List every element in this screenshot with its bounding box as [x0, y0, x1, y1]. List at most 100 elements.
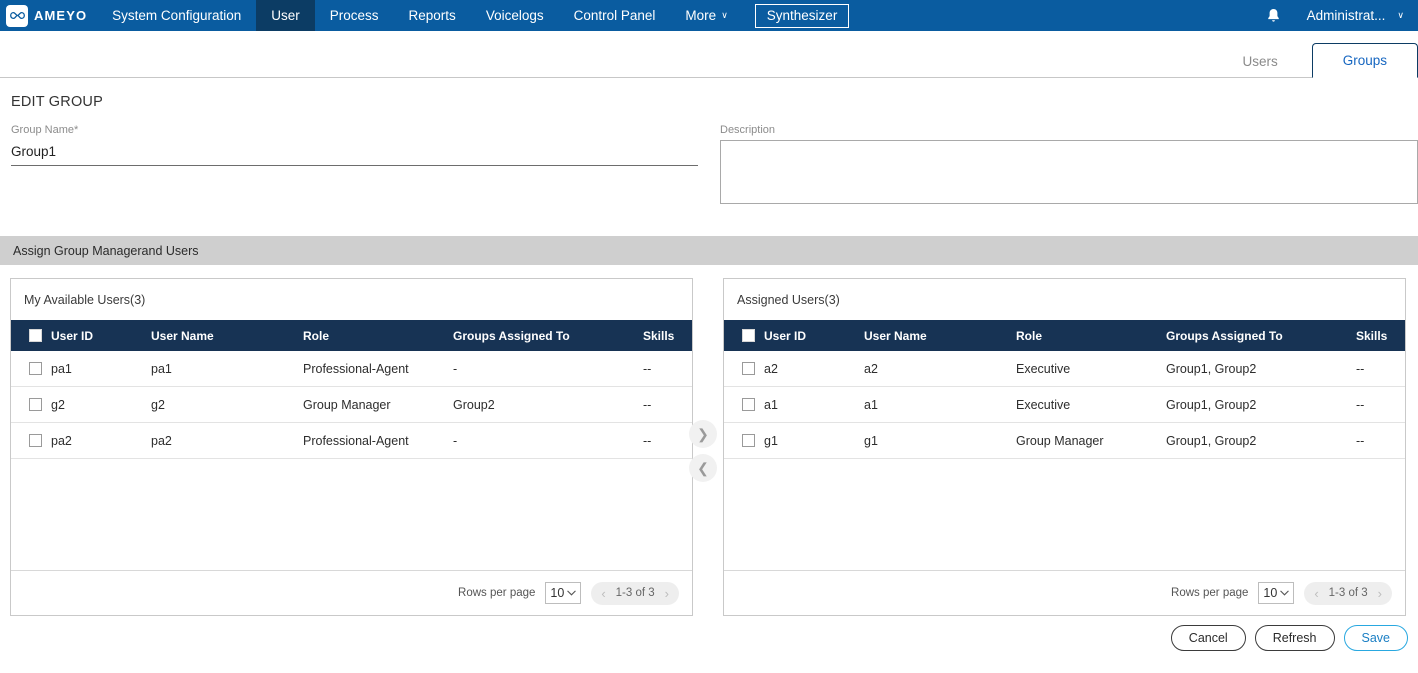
page-title: EDIT GROUP — [11, 94, 103, 110]
nav-item-control-panel[interactable]: Control Panel — [559, 0, 671, 31]
cell-role: Executive — [1016, 397, 1071, 412]
cell-skills: -- — [643, 397, 652, 412]
column-skills: Skills — [1356, 328, 1388, 343]
nav-item-reports[interactable]: Reports — [394, 0, 471, 31]
description-input[interactable] — [720, 140, 1418, 204]
group-name-label: Group Name* — [11, 124, 79, 136]
chevron-down-icon: ∨ — [721, 10, 728, 20]
rows-per-page-select[interactable]: 10 — [545, 582, 582, 604]
table-row[interactable]: a1 a1 Executive Group1, Group2 -- — [724, 387, 1405, 423]
column-user-id: User ID — [764, 328, 807, 343]
save-button[interactable]: Save — [1343, 625, 1408, 651]
move-right-button[interactable]: ❯ — [689, 420, 717, 448]
table-row[interactable]: a2 a2 Executive Group1, Group2 -- — [724, 351, 1405, 387]
transfer-buttons: ❯ ❮ — [689, 420, 717, 482]
top-navigation-bar: AMEYO System Configuration User Process … — [0, 0, 1418, 31]
cell-role: Professional-Agent — [303, 361, 409, 376]
row-select-cell — [724, 398, 764, 411]
assigned-users-panel: Assigned Users(3) User ID User Name Role… — [723, 278, 1406, 616]
nav-item-voicelogs[interactable]: Voicelogs — [471, 0, 559, 31]
admin-menu[interactable]: Administrat... ∨ — [1307, 8, 1404, 23]
prev-page-icon[interactable]: ‹ — [1314, 586, 1318, 601]
available-users-footer: Rows per page 10 ‹ 1-3 of 3 › — [11, 570, 692, 615]
nav-item-more-label: More — [685, 8, 717, 23]
description-label: Description — [720, 124, 776, 136]
group-name-input[interactable] — [11, 140, 698, 166]
group-name-field-wrap: Group Name* — [11, 124, 698, 209]
available-users-panel: My Available Users(3) User ID User Name … — [10, 278, 693, 616]
available-users-table-body: pa1 pa1 Professional-Agent - -- g2 g2 Gr… — [11, 351, 692, 570]
synthesizer-button[interactable]: Synthesizer — [754, 3, 850, 28]
cell-user-id: pa2 — [51, 433, 72, 448]
column-user-id: User ID — [51, 328, 94, 343]
row-checkbox[interactable] — [742, 362, 755, 375]
admin-label: Administrat... — [1306, 8, 1386, 23]
cell-user-id: a2 — [764, 361, 778, 376]
action-buttons: Cancel Refresh Save — [0, 616, 1418, 651]
row-select-cell — [724, 434, 764, 447]
assigned-users-table-header: User ID User Name Role Groups Assigned T… — [724, 320, 1405, 351]
cell-role: Executive — [1016, 361, 1071, 376]
move-left-button[interactable]: ❮ — [689, 454, 717, 482]
cell-skills: -- — [1356, 397, 1365, 412]
nav-right-group: Administrat... ∨ — [1266, 0, 1418, 31]
tab-users[interactable]: Users — [1216, 45, 1303, 78]
row-checkbox[interactable] — [29, 362, 42, 375]
select-all-cell — [11, 329, 51, 342]
column-role: Role — [1016, 328, 1043, 343]
row-checkbox[interactable] — [742, 434, 755, 447]
cell-skills: -- — [1356, 361, 1365, 376]
page-range-text: 1-3 of 3 — [1328, 587, 1368, 599]
nav-item-process[interactable]: Process — [315, 0, 394, 31]
next-page-icon[interactable]: › — [665, 586, 669, 601]
nav-items: System Configuration User Process Report… — [97, 0, 743, 31]
page-range-text: 1-3 of 3 — [615, 587, 655, 599]
row-checkbox[interactable] — [742, 398, 755, 411]
assigned-users-footer: Rows per page 10 ‹ 1-3 of 3 › — [724, 570, 1405, 615]
table-row[interactable]: g2 g2 Group Manager Group2 -- — [11, 387, 692, 423]
select-all-checkbox[interactable] — [29, 329, 42, 342]
chevron-down-icon — [567, 590, 577, 596]
assigned-users-table-body: a2 a2 Executive Group1, Group2 -- a1 a1 … — [724, 351, 1405, 570]
cell-user-name: g2 — [151, 397, 165, 412]
prev-page-icon[interactable]: ‹ — [601, 586, 605, 601]
group-form: Group Name* Description — [0, 110, 1418, 209]
select-all-checkbox[interactable] — [742, 329, 755, 342]
ameyo-logo[interactable]: AMEYO — [0, 0, 97, 31]
refresh-button[interactable]: Refresh — [1254, 625, 1335, 651]
row-checkbox[interactable] — [29, 398, 42, 411]
cell-groups: Group1, Group2 — [1166, 433, 1257, 448]
column-role: Role — [303, 328, 330, 343]
pagination-control: ‹ 1-3 of 3 › — [1304, 581, 1392, 605]
row-select-cell — [11, 434, 51, 447]
description-field-wrap: Description — [720, 124, 1418, 209]
cell-skills: -- — [643, 433, 652, 448]
rows-per-page-label: Rows per page — [458, 587, 536, 599]
cell-role: Group Manager — [1016, 433, 1104, 448]
table-row[interactable]: g1 g1 Group Manager Group1, Group2 -- — [724, 423, 1405, 459]
transfer-panels: My Available Users(3) User ID User Name … — [0, 265, 1418, 616]
notification-bell-icon[interactable] — [1266, 8, 1281, 24]
table-row[interactable]: pa1 pa1 Professional-Agent - -- — [11, 351, 692, 387]
cancel-button[interactable]: Cancel — [1170, 625, 1246, 651]
row-checkbox[interactable] — [29, 434, 42, 447]
rows-per-page-select[interactable]: 10 — [1258, 582, 1295, 604]
nav-item-user[interactable]: User — [256, 0, 315, 31]
cell-groups: - — [453, 361, 458, 376]
next-page-icon[interactable]: › — [1378, 586, 1382, 601]
assigned-users-title: Assigned Users(3) — [737, 293, 840, 307]
column-user-name: User Name — [864, 328, 927, 343]
nav-item-system-configuration[interactable]: System Configuration — [97, 0, 256, 31]
column-groups-assigned-to: Groups Assigned To — [453, 328, 570, 343]
row-select-cell — [11, 362, 51, 375]
cell-role: Group Manager — [303, 397, 391, 412]
table-row[interactable]: pa2 pa2 Professional-Agent - -- — [11, 423, 692, 459]
cell-groups: - — [453, 433, 458, 448]
cell-skills: -- — [1356, 433, 1365, 448]
rows-per-page-value: 10 — [550, 586, 565, 600]
nav-item-more[interactable]: More ∨ — [670, 0, 742, 31]
cell-user-name: pa1 — [151, 361, 172, 376]
tab-groups[interactable]: Groups — [1311, 43, 1418, 78]
cell-user-id: g1 — [764, 433, 778, 448]
tab-bar: Users Groups — [0, 31, 1418, 78]
